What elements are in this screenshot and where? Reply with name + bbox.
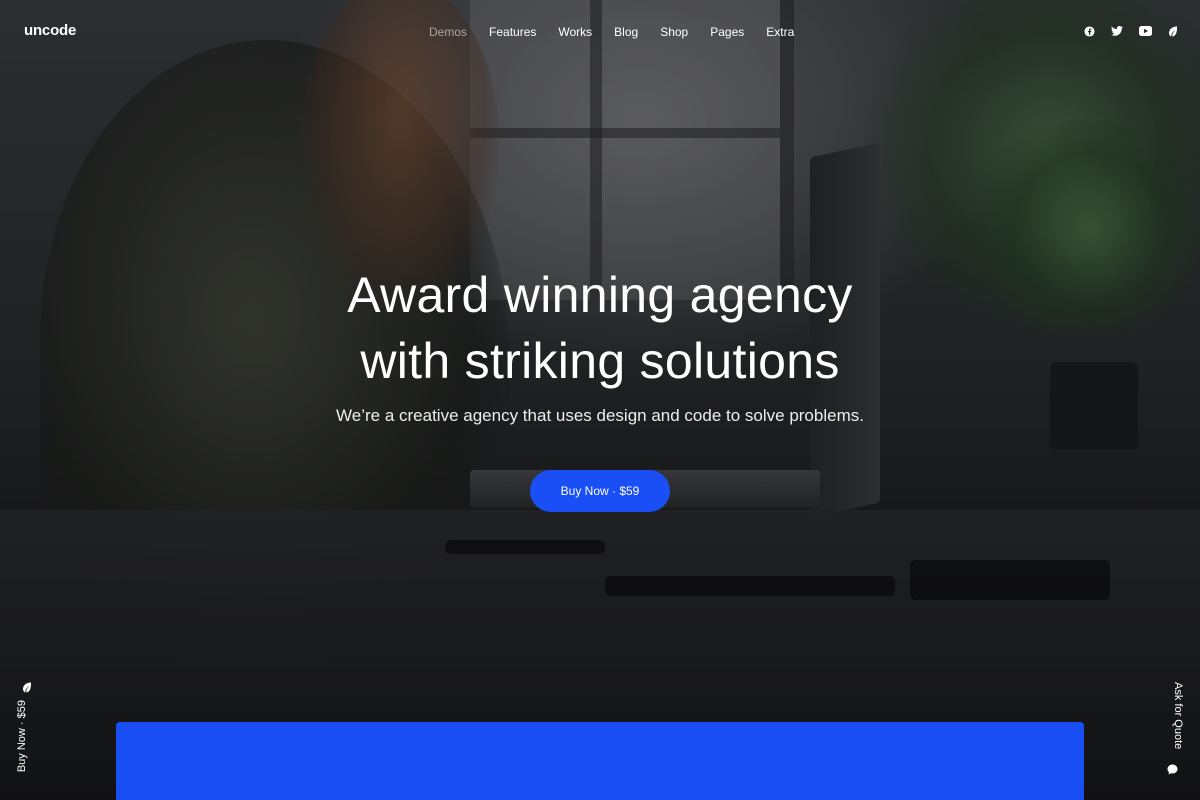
hero-background-photo [0,0,1200,800]
site-header: uncode Demos Features Works Blog Shop Pa… [0,0,1200,64]
youtube-icon[interactable] [1138,24,1152,38]
nav-item-demos[interactable]: Demos [418,23,478,41]
hero-subtitle: We’re a creative agency that uses design… [336,406,864,425]
leaf-icon[interactable] [1166,24,1180,38]
leaf-icon [22,680,32,698]
twitter-icon[interactable] [1110,24,1124,38]
site-logo[interactable]: uncode [24,22,76,39]
hero-heading: Award winning agency with striking solut… [200,262,1000,394]
nav-item-extra[interactable]: Extra [755,23,805,41]
facebook-icon[interactable] [1082,24,1096,38]
content-panel [116,722,1084,800]
nav-item-works[interactable]: Works [547,23,603,41]
side-ask-quote-label[interactable]: Ask for Quote [1172,682,1184,749]
hero-heading-line-2: with striking solutions [360,333,840,389]
hero-heading-line-1: Award winning agency [347,267,853,323]
chat-bubble-icon [1167,762,1178,780]
nav-item-pages[interactable]: Pages [699,23,755,41]
side-buy-now-label[interactable]: Buy Now · $59 [16,700,28,772]
nav-item-shop[interactable]: Shop [649,23,699,41]
main-nav: Demos Features Works Blog Shop Pages Ext… [418,23,805,41]
social-links [1082,24,1180,38]
nav-item-features[interactable]: Features [478,23,547,41]
side-ask-quote-link[interactable]: Ask for Quote [1160,680,1184,780]
side-buy-now-link[interactable]: Buy Now · $59 [16,680,40,780]
buy-now-button[interactable]: Buy Now · $59 [530,470,670,512]
nav-item-blog[interactable]: Blog [603,23,649,41]
